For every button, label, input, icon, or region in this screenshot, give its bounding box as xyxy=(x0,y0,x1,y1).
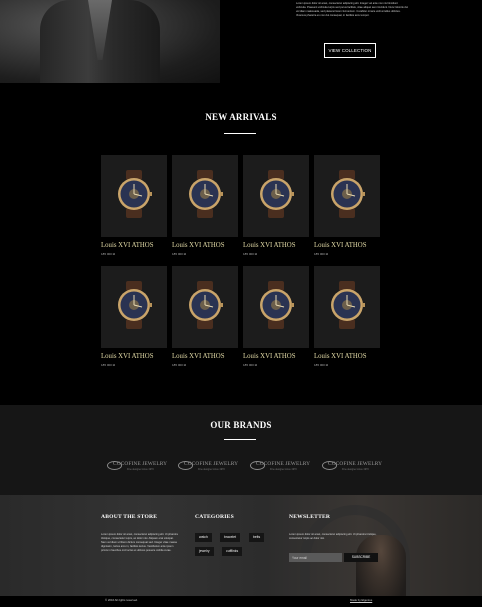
watch-image xyxy=(260,281,294,329)
product-name[interactable]: Louis XVI ATHOS xyxy=(314,242,394,249)
view-collection-button[interactable]: VIEW COLLECTION xyxy=(324,43,376,58)
watch-image xyxy=(189,281,223,329)
hero-banner: Lorem ipsum dolor sit amet, consectetur … xyxy=(0,0,482,83)
category-jewelry[interactable]: jewelry xyxy=(195,547,214,556)
category-bracelet[interactable]: bracelet xyxy=(220,533,241,542)
product-thumbnail[interactable] xyxy=(243,266,309,348)
product-card[interactable]: Louis XVI ATHOS 185 000 ₪ xyxy=(314,266,380,367)
newsletter-email-input[interactable] xyxy=(289,553,342,562)
our-brands-divider xyxy=(224,439,256,440)
about-store-title: ABOUT THE STORE xyxy=(101,514,158,520)
product-name[interactable]: Louis XVI ATHOS xyxy=(101,242,181,249)
watch-image xyxy=(260,170,294,218)
product-thumbnail[interactable] xyxy=(243,155,309,237)
brand-name: COCOFINE JEWELRY xyxy=(113,461,168,467)
credit-link[interactable]: Made by Elgenius xyxy=(350,598,372,602)
category-belts[interactable]: belts xyxy=(249,533,265,542)
product-card[interactable]: Louis XVI ATHOS 185 000 ₪ xyxy=(101,266,167,367)
product-thumbnail[interactable] xyxy=(172,155,238,237)
product-card[interactable]: Louis XVI ATHOS 185 000 ₪ xyxy=(314,155,380,256)
product-name[interactable]: Louis XVI ATHOS xyxy=(172,242,252,249)
product-card[interactable]: Louis XVI ATHOS 185 000 ₪ xyxy=(101,155,167,256)
product-name[interactable]: Louis XVI ATHOS xyxy=(101,353,181,360)
brand-name: COCOFINE JEWELRY xyxy=(184,461,239,467)
watch-image xyxy=(331,170,365,218)
product-name[interactable]: Louis XVI ATHOS xyxy=(243,353,323,360)
brand-tagline: Fine designer since 1970 xyxy=(198,468,225,471)
product-thumbnail[interactable] xyxy=(101,266,167,348)
brand-tagline: Fine designer since 1970 xyxy=(127,468,154,471)
product-thumbnail[interactable] xyxy=(101,155,167,237)
category-cufflinks[interactable]: cufflinks xyxy=(222,547,243,556)
about-store-text: Lorem ipsum dolor sit amet, consectetur … xyxy=(101,533,178,552)
brand-logo[interactable]: COCOFINE JEWELRY Fine designer since 1970 xyxy=(107,458,167,474)
product-price: 185 000 ₪ xyxy=(314,252,329,256)
product-card[interactable]: Louis XVI ATHOS 185 000 ₪ xyxy=(172,155,238,256)
product-card[interactable]: Louis XVI ATHOS 185 000 ₪ xyxy=(243,266,309,367)
brands-section: OUR BRANDS COCOFINE JEWELRY Fine designer… xyxy=(0,405,482,495)
copyright-text: © 2016 All rights reserved. xyxy=(105,598,138,602)
hero-image xyxy=(0,0,220,83)
brand-tagline: Fine designer since 1970 xyxy=(342,468,369,471)
product-card[interactable]: Louis XVI ATHOS 185 000 ₪ xyxy=(172,266,238,367)
brand-tagline: Fine designer since 1970 xyxy=(270,468,297,471)
brand-logo[interactable]: COCOFINE JEWELRY Fine designer since 1970 xyxy=(250,458,310,474)
subscribe-button[interactable]: SUBSCRIBE xyxy=(344,553,378,562)
product-price: 185 000 ₪ xyxy=(172,363,187,367)
category-watch[interactable]: watch xyxy=(195,533,212,542)
product-price: 185 000 ₪ xyxy=(243,252,258,256)
watch-image xyxy=(189,170,223,218)
product-price: 185 000 ₪ xyxy=(101,363,116,367)
new-arrivals-divider xyxy=(224,133,256,134)
watch-image xyxy=(118,281,152,329)
product-price: 185 000 ₪ xyxy=(243,363,258,367)
watch-image xyxy=(118,170,152,218)
categories-title: CATEGORIES xyxy=(195,514,234,520)
product-name[interactable]: Louis XVI ATHOS xyxy=(243,242,323,249)
product-thumbnail[interactable] xyxy=(314,155,380,237)
product-thumbnail[interactable] xyxy=(172,266,238,348)
watch-image xyxy=(331,281,365,329)
product-price: 185 000 ₪ xyxy=(314,363,329,367)
copyright-bar: © 2016 All rights reserved. Made by Elge… xyxy=(0,596,482,607)
newsletter-title: NEWSLETTER xyxy=(289,514,331,520)
new-arrivals-title: NEW ARRIVALS xyxy=(205,112,277,122)
product-price: 185 000 ₪ xyxy=(172,252,187,256)
brand-logo[interactable]: COCOFINE JEWELRY Fine designer since 1970 xyxy=(322,458,382,474)
brand-logo[interactable]: COCOFINE JEWELRY Fine designer since 1970 xyxy=(178,458,238,474)
brand-name: COCOFINE JEWELRY xyxy=(328,461,383,467)
brand-name: COCOFINE JEWELRY xyxy=(256,461,311,467)
product-name[interactable]: Louis XVI ATHOS xyxy=(172,353,252,360)
our-brands-title: OUR BRANDS xyxy=(210,420,272,430)
product-thumbnail[interactable] xyxy=(314,266,380,348)
footer: ABOUT THE STORE Lorem ipsum dolor sit am… xyxy=(0,495,482,607)
newsletter-text: Lorem ipsum dolor sit amet, consectetur … xyxy=(289,533,377,540)
product-card[interactable]: Louis XVI ATHOS 185 000 ₪ xyxy=(243,155,309,256)
product-price: 185 000 ₪ xyxy=(101,252,116,256)
hero-description: Lorem ipsum dolor sit amet, consectetur … xyxy=(296,2,408,17)
product-name[interactable]: Louis XVI ATHOS xyxy=(314,353,394,360)
